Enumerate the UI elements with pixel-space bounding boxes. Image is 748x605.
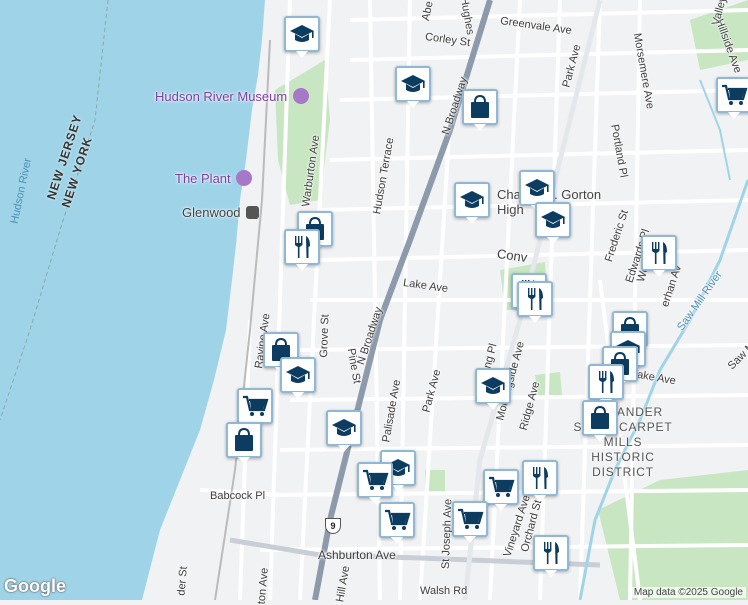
street-label: Walsh Rd — [420, 585, 468, 597]
map-marker-restaurant-1[interactable] — [284, 229, 320, 271]
school-icon — [539, 206, 567, 234]
street-label: der St — [175, 565, 190, 597]
map-marker-restaurant-2[interactable] — [641, 235, 677, 277]
map-attribution[interactable]: Map data ©2025 Google — [630, 587, 746, 598]
cart-icon — [241, 392, 269, 420]
map-marker-school-3[interactable] — [454, 182, 490, 224]
map-marker-cart-5[interactable] — [379, 502, 415, 544]
school-icon — [284, 361, 312, 389]
district-line: DISTRICT — [592, 465, 654, 479]
restaurant-icon — [526, 464, 554, 492]
map-marker-school-8[interactable] — [326, 410, 362, 452]
map-marker-school-2[interactable] — [395, 66, 431, 108]
restaurant-icon — [537, 539, 565, 567]
museum-icon — [292, 88, 309, 104]
map-marker-school-7[interactable] — [280, 357, 316, 399]
map-marker-school-4[interactable] — [519, 170, 555, 212]
district-line: MILLS HISTORIC — [591, 435, 655, 464]
poi-hudson-river-museum[interactable]: Hudson River Museum — [155, 88, 309, 104]
school-icon — [399, 70, 427, 98]
school-icon — [479, 372, 507, 400]
map-marker-shopping-7[interactable] — [226, 422, 262, 464]
shopping-bag-icon — [230, 426, 258, 454]
route-9-shield: 9 — [325, 518, 341, 534]
school-icon — [330, 414, 358, 442]
restaurant-icon — [288, 233, 316, 261]
map-marker-cart-1[interactable] — [716, 77, 748, 119]
restaurant-icon — [645, 239, 673, 267]
school-icon — [288, 20, 316, 48]
poi-the-plant[interactable]: The Plant — [175, 170, 253, 186]
street-label: Ashburton Ave — [318, 548, 396, 562]
shopping-bag-icon — [466, 93, 494, 121]
map-marker-cart-4[interactable] — [483, 469, 519, 511]
map-marker-restaurant-5[interactable] — [588, 364, 624, 406]
cart-icon — [383, 506, 411, 534]
map-marker-shopping-6[interactable] — [582, 400, 618, 442]
restaurant-icon — [592, 368, 620, 396]
cart-icon — [487, 473, 515, 501]
school-icon — [523, 174, 551, 202]
map-marker-school-1[interactable] — [284, 16, 320, 58]
poi-label: Hudson River Museum — [155, 89, 288, 104]
map-marker-restaurant-4[interactable] — [517, 281, 553, 323]
map-marker-school-5[interactable] — [535, 202, 571, 244]
shopping-bag-icon — [586, 404, 614, 432]
map-marker-restaurant-6[interactable] — [522, 460, 558, 502]
poi-glenwood[interactable]: Glenwood — [182, 205, 260, 220]
map-marker-cart-6[interactable] — [452, 501, 488, 543]
map-marker-cart-2[interactable] — [237, 388, 273, 430]
map-canvas[interactable]: Hudson River NEW JERSEY NEW YORK Greenva… — [0, 0, 748, 605]
cart-icon — [720, 81, 748, 109]
camera-icon — [236, 170, 253, 186]
cart-icon — [456, 505, 484, 533]
restaurant-icon — [521, 285, 549, 313]
google-logo[interactable]: Google — [4, 576, 66, 597]
cart-icon — [361, 466, 389, 494]
map-base — [0, 0, 748, 600]
map-marker-cart-3[interactable] — [357, 462, 393, 504]
map-marker-shopping-1[interactable] — [462, 89, 498, 131]
train-station-icon — [246, 206, 260, 219]
street-label: Grove St — [317, 314, 332, 358]
school-icon — [458, 186, 486, 214]
poi-label: Glenwood — [182, 205, 241, 220]
map-marker-restaurant-7[interactable] — [533, 535, 569, 577]
poi-label: The Plant — [175, 171, 231, 186]
map-marker-school-9[interactable] — [475, 368, 511, 410]
street-label: Babcock Pl — [210, 490, 266, 502]
